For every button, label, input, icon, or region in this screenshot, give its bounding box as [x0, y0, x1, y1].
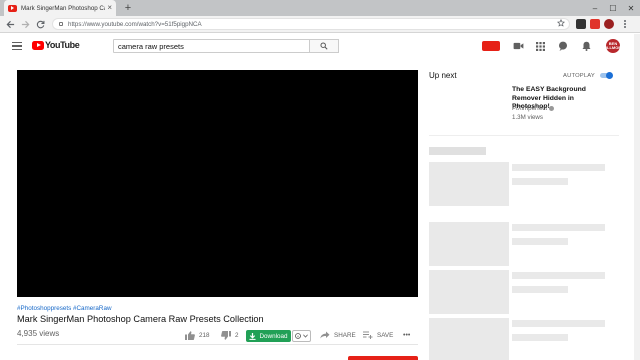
close-window-button[interactable]: ✕: [622, 0, 640, 16]
skeleton-line: [512, 238, 568, 245]
subscribe-button-edge[interactable]: [348, 356, 418, 360]
chevron-down-icon: [303, 334, 308, 338]
messages-icon[interactable]: [557, 40, 569, 52]
skeleton-line: [512, 334, 568, 341]
avatar-initials: BEN WILLMORE: [602, 40, 624, 50]
save-button[interactable]: SAVE: [363, 329, 393, 341]
new-tab-button[interactable]: +: [121, 1, 135, 15]
view-count: 4,935 views: [17, 329, 60, 338]
share-label: SHARE: [334, 331, 356, 339]
tab-title: Mark SingerMan Photoshop Car: [21, 4, 106, 12]
lock-icon: [59, 22, 63, 26]
more-actions-button[interactable]: •••: [403, 329, 410, 341]
share-arrow-icon: [320, 331, 330, 339]
info-circle-icon: [295, 333, 301, 339]
maximize-button[interactable]: ☐: [604, 0, 622, 16]
tab-close-button[interactable]: ×: [107, 4, 112, 12]
playlist-add-icon: [363, 331, 373, 339]
download-button[interactable]: Download: [246, 330, 291, 342]
address-bar[interactable]: https://www.youtube.com/watch?v=51f5pigp…: [52, 18, 570, 30]
browser-menu-icon[interactable]: [622, 19, 628, 29]
video-player[interactable]: [17, 70, 418, 297]
up-next-views: 1.3M views: [512, 114, 543, 121]
notifications-bell-icon[interactable]: [580, 40, 592, 52]
channel-name: PiXimperfect: [512, 105, 548, 112]
like-button[interactable]: 218: [185, 329, 210, 341]
up-next-heading: Up next: [429, 71, 457, 80]
up-next-separator: [429, 135, 619, 136]
skeleton-line: [512, 178, 568, 185]
url-text: https://www.youtube.com/watch?v=51f5pigp…: [68, 20, 202, 28]
search-icon: [320, 42, 328, 50]
skeleton-thumbnail: [429, 318, 509, 360]
profile-avatar-icon[interactable]: [604, 19, 614, 29]
extension-red-icon[interactable]: [590, 19, 600, 29]
search-button[interactable]: [309, 39, 339, 53]
video-hashtags[interactable]: #Photoshoppresets #CameraRaw: [17, 305, 112, 312]
browser-tab[interactable]: Mark SingerMan Photoshop Car ×: [4, 0, 116, 16]
autoplay-toggle[interactable]: [598, 72, 614, 79]
reload-button[interactable]: [34, 17, 47, 31]
search-input[interactable]: camera raw presets: [113, 39, 310, 53]
download-options-button[interactable]: [292, 330, 311, 342]
skeleton-thumbnail: [429, 270, 509, 314]
dislike-count: 2: [235, 331, 239, 339]
verified-check-icon: [549, 106, 555, 111]
info-divider: [17, 344, 418, 345]
download-arrow-icon: [249, 332, 257, 340]
thumbs-up-icon: [185, 330, 195, 340]
skeleton-thumbnail: [429, 162, 509, 206]
youtube-play-logo-icon: [32, 40, 44, 50]
dislike-button[interactable]: 2: [221, 329, 239, 341]
skeleton-line: [512, 320, 605, 327]
account-avatar[interactable]: BEN WILLMORE: [602, 39, 624, 53]
save-label: SAVE: [377, 331, 394, 339]
up-next-thumbnail[interactable]: [429, 84, 507, 128]
forward-button[interactable]: [19, 17, 32, 31]
guide-menu-icon[interactable]: [12, 42, 22, 50]
youtube-wordmark: YouTube: [45, 40, 80, 50]
create-video-icon[interactable]: [512, 40, 524, 52]
youtube-favicon-icon: [8, 4, 17, 12]
skeleton-line: [512, 272, 605, 279]
like-count: 218: [199, 331, 210, 339]
skeleton-thumbnail: [429, 222, 509, 266]
share-button[interactable]: SHARE: [320, 329, 356, 341]
skeleton-line: [512, 224, 605, 231]
back-button[interactable]: [4, 17, 17, 31]
apps-grid-icon[interactable]: [534, 40, 546, 52]
back-arrow-icon: [6, 20, 15, 28]
skeleton-line: [512, 164, 605, 171]
download-label: Download: [259, 332, 288, 340]
forward-arrow-icon: [21, 20, 30, 28]
minimize-button[interactable]: –: [586, 0, 604, 16]
autoplay-label: AUTOPLAY: [563, 73, 595, 79]
video-title: Mark SingerMan Photoshop Camera Raw Pres…: [17, 314, 264, 324]
reload-icon: [36, 20, 45, 28]
skeleton-heading: [429, 147, 486, 155]
skeleton-line: [512, 286, 568, 293]
extension-vidiq-icon[interactable]: [482, 40, 500, 52]
youtube-logo[interactable]: YouTube: [32, 40, 80, 50]
up-next-channel[interactable]: PiXimperfect: [512, 105, 555, 112]
thumbs-down-icon: [221, 330, 231, 340]
bookmark-star-icon[interactable]: [557, 19, 565, 27]
extension-cast-icon[interactable]: [576, 19, 586, 29]
page-scrollbar[interactable]: [634, 34, 640, 360]
